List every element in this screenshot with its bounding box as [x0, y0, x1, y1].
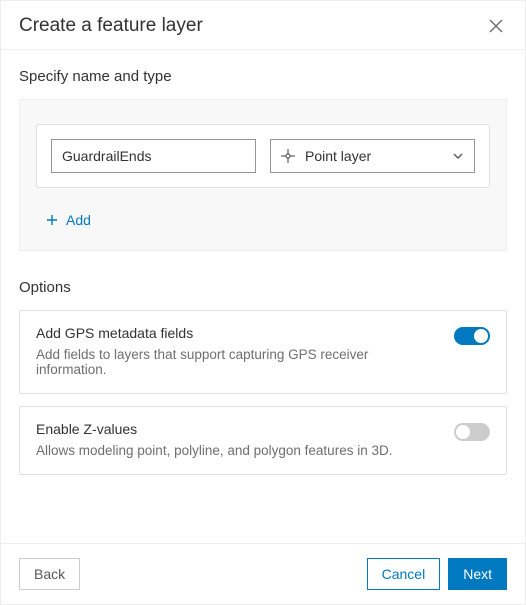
option-z-toggle[interactable] — [454, 423, 490, 441]
layer-definition-card: Point layer Add — [19, 99, 507, 251]
option-z-values: Enable Z-values Allows modeling point, p… — [19, 406, 507, 475]
add-layer-label: Add — [66, 212, 91, 228]
option-gps-title: Add GPS metadata fields — [36, 325, 442, 341]
layer-type-value: Point layer — [305, 148, 371, 164]
close-icon — [489, 19, 503, 33]
next-button[interactable]: Next — [448, 558, 507, 590]
back-button[interactable]: Back — [19, 558, 80, 590]
option-z-title: Enable Z-values — [36, 421, 442, 437]
add-layer-button[interactable]: Add — [40, 208, 97, 232]
dialog-header: Create a feature layer — [1, 1, 525, 50]
option-gps-desc: Add fields to layers that support captur… — [36, 347, 442, 377]
point-layer-icon — [281, 149, 295, 163]
option-gps-metadata: Add GPS metadata fields Add fields to la… — [19, 310, 507, 394]
layer-name-input[interactable] — [51, 139, 256, 173]
options-title: Options — [19, 279, 507, 296]
close-button[interactable] — [485, 15, 507, 37]
dialog-title: Create a feature layer — [19, 15, 203, 37]
cancel-button[interactable]: Cancel — [367, 558, 441, 590]
dialog-content: Specify name and type Point layer — [1, 50, 525, 543]
dialog-footer: Back Cancel Next — [1, 543, 525, 604]
chevron-down-icon — [452, 150, 464, 162]
option-z-desc: Allows modeling point, polyline, and pol… — [36, 443, 442, 458]
section-name-type-title: Specify name and type — [19, 68, 507, 85]
layer-type-select[interactable]: Point layer — [270, 139, 475, 173]
options-section: Options Add GPS metadata fields Add fiel… — [19, 279, 507, 475]
plus-icon — [46, 214, 58, 226]
layer-row: Point layer — [36, 124, 490, 188]
option-gps-toggle[interactable] — [454, 327, 490, 345]
